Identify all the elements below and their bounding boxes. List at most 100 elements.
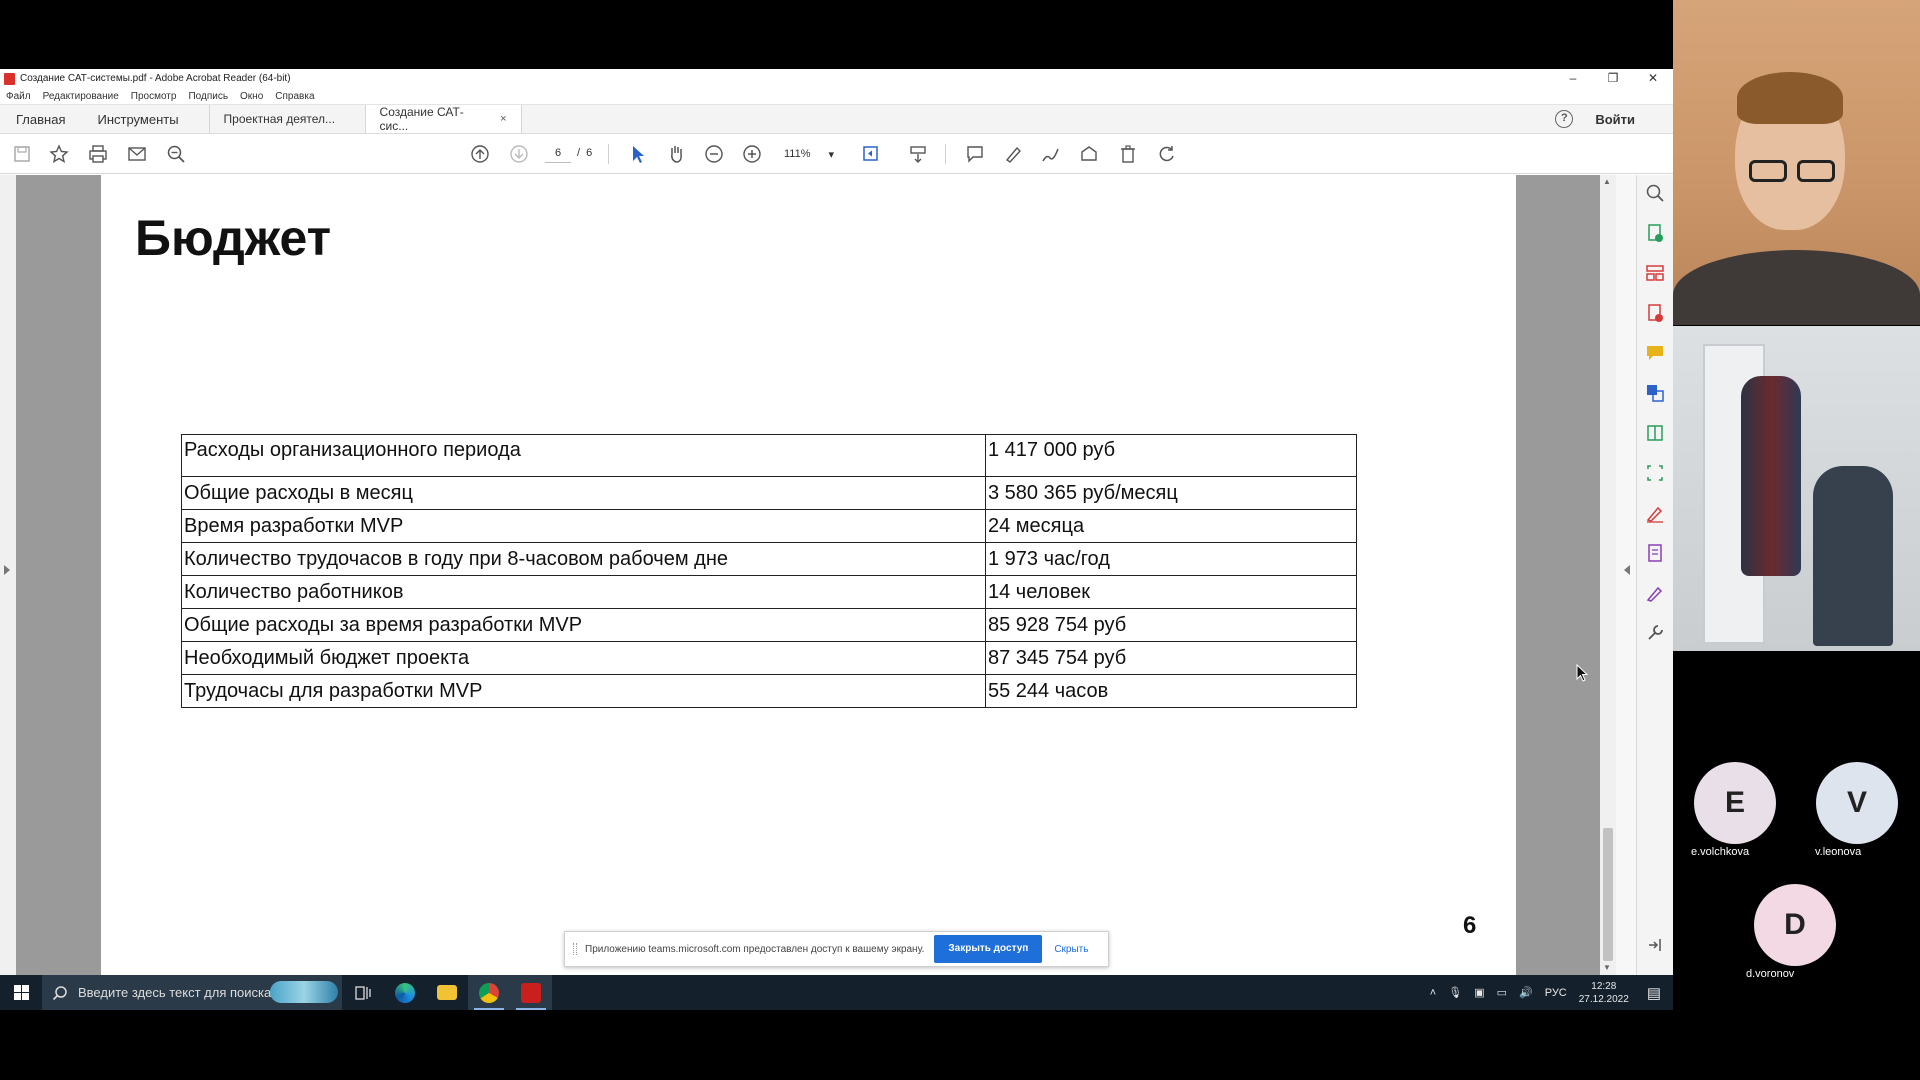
toolbar-divider	[608, 144, 609, 164]
scrollbar-thumb[interactable]	[1603, 828, 1613, 961]
tab-close-icon[interactable]: ×	[500, 113, 506, 125]
zoom-tool-icon[interactable]	[1645, 183, 1665, 203]
tab-home[interactable]: Главная	[0, 105, 81, 133]
menu-help[interactable]: Справка	[275, 91, 314, 102]
select-cursor-icon[interactable]	[627, 143, 649, 165]
table-row: Количество трудочасов в году при 8-часов…	[181, 542, 1357, 576]
restore-button[interactable]: ❐	[1593, 69, 1633, 88]
collapse-pane-icon[interactable]	[1645, 935, 1665, 955]
scroll-mode-icon[interactable]	[907, 143, 929, 165]
windows-logo-icon	[13, 985, 29, 1000]
tools-pane	[1636, 175, 1673, 975]
combine-files-icon[interactable]	[1645, 383, 1665, 403]
tab-tools[interactable]: Инструменты	[81, 105, 210, 133]
menu-sign[interactable]: Подпись	[188, 91, 228, 102]
video-tile-speaker[interactable]	[1673, 0, 1920, 325]
help-icon[interactable]: ?	[1555, 110, 1574, 128]
hand-tool-icon[interactable]	[665, 143, 687, 165]
menu-file[interactable]: Файл	[6, 91, 31, 102]
tab-spacer	[522, 105, 1556, 133]
teams-call-panel: E e.volchkova V v.leonova D d.voronov	[1673, 0, 1920, 1080]
participant-name: d.voronov	[1746, 968, 1795, 980]
fit-page-icon[interactable]	[860, 143, 882, 165]
organize-pages-icon[interactable]	[1645, 263, 1665, 283]
tray-expand-icon[interactable]: ˄	[1430, 987, 1436, 999]
comment-icon[interactable]	[964, 143, 986, 165]
acrobat-window: Создание САТ-системы.pdf - Adobe Acrobat…	[0, 69, 1673, 975]
volume-icon[interactable]: 🔊	[1519, 986, 1533, 999]
table-cell-label: Время разработки MVP	[181, 509, 986, 543]
security-icon[interactable]: ▣	[1474, 986, 1484, 999]
delete-icon[interactable]	[1117, 143, 1139, 165]
taskbar: Введите здесь текст для поиска ˄ 🎙 ▣ ▭ 🔊…	[0, 975, 1673, 1010]
table-cell-value: 55 244 часов	[985, 674, 1357, 708]
zoom-in-icon[interactable]	[741, 143, 763, 165]
tab-document-2[interactable]: Создание САТ-сис... ×	[365, 105, 522, 133]
table-cell-value: 87 345 754 руб	[985, 641, 1357, 675]
chrome-taskbar-button[interactable]	[468, 975, 510, 1010]
fill-sign-icon[interactable]	[1645, 503, 1665, 523]
avatar[interactable]: E	[1694, 762, 1776, 844]
export-pdf-icon[interactable]	[1645, 303, 1665, 323]
print-icon[interactable]	[87, 143, 109, 165]
task-view-button[interactable]	[342, 975, 384, 1010]
table-cell-value: 1 417 000 руб	[985, 434, 1357, 477]
prev-page-icon[interactable]	[469, 143, 491, 165]
compare-files-icon[interactable]	[1645, 423, 1665, 443]
email-icon[interactable]	[126, 143, 148, 165]
login-button[interactable]: Войти	[1595, 112, 1635, 127]
scroll-down-icon[interactable]: ▼	[1603, 963, 1611, 972]
create-pdf-icon[interactable]	[1645, 223, 1665, 243]
scroll-up-icon[interactable]: ▲	[1603, 177, 1611, 186]
menu-window[interactable]: Окно	[240, 91, 263, 102]
hide-notice-link[interactable]: Скрыть	[1054, 944, 1088, 955]
input-language[interactable]: РУС	[1545, 987, 1567, 999]
page-title: Бюджет	[135, 210, 332, 266]
avatar[interactable]: D	[1754, 884, 1836, 966]
page-number-input[interactable]: 6	[545, 143, 571, 163]
table-cell-label: Общие расходы за время разработки MVP	[181, 608, 986, 642]
save-icon[interactable]	[11, 143, 33, 165]
budget-table: Расходы организационного периода 1 417 00…	[181, 434, 1357, 708]
stamp-icon[interactable]	[1078, 143, 1100, 165]
video-tile-room[interactable]	[1673, 326, 1920, 651]
zoom-select[interactable]: 111% ▾	[778, 143, 840, 165]
edge-taskbar-button[interactable]	[384, 975, 426, 1010]
microphone-icon[interactable]: 🎙	[1448, 986, 1462, 999]
request-signature-icon[interactable]	[1645, 583, 1665, 603]
close-window-button[interactable]: ✕	[1633, 69, 1673, 88]
avatar[interactable]: V	[1816, 762, 1898, 844]
notifications-icon[interactable]: ▤	[1647, 984, 1661, 1002]
clock[interactable]: 12:28 27.12.2022	[1579, 980, 1629, 1006]
explorer-taskbar-button[interactable]	[426, 975, 468, 1010]
network-icon[interactable]: ▭	[1497, 986, 1507, 999]
minimize-button[interactable]: –	[1553, 69, 1593, 88]
mouse-cursor-icon	[1576, 664, 1588, 682]
menu-view[interactable]: Просмотр	[131, 91, 177, 102]
drag-handle-icon[interactable]	[573, 943, 577, 955]
room-person	[1813, 466, 1893, 646]
next-page-icon[interactable]	[508, 143, 530, 165]
comment-tool-icon[interactable]	[1645, 343, 1665, 363]
right-panel-collapse[interactable]	[1616, 175, 1636, 975]
draw-sign-icon[interactable]	[1040, 143, 1062, 165]
bookmark-star-icon[interactable]	[48, 143, 70, 165]
left-panel-toggle[interactable]	[0, 175, 16, 975]
zoom-out-icon[interactable]	[703, 143, 725, 165]
rotate-icon[interactable]	[1156, 143, 1178, 165]
edit-pdf-icon[interactable]	[1645, 543, 1665, 563]
tab-document-1[interactable]: Проектная деятел...	[210, 105, 366, 133]
acrobat-taskbar-button[interactable]	[510, 975, 552, 1010]
more-tools-icon[interactable]	[1645, 623, 1665, 643]
menu-edit[interactable]: Редактирование	[43, 91, 119, 102]
highlight-pen-icon[interactable]	[1002, 143, 1024, 165]
tab-bar: Главная Инструменты Проектная деятел... …	[0, 104, 1673, 134]
vertical-scrollbar[interactable]: ▲ ▼	[1600, 175, 1616, 975]
table-cell-label: Количество работников	[181, 575, 986, 609]
stop-sharing-button[interactable]: Закрыть доступ	[934, 935, 1043, 963]
search-zoom-icon[interactable]	[165, 143, 187, 165]
start-button[interactable]	[0, 975, 42, 1010]
scan-ocr-icon[interactable]	[1645, 463, 1665, 483]
document-area: Бюджет Расходы организационного периода 1…	[0, 175, 1673, 975]
taskbar-search[interactable]: Введите здесь текст для поиска	[42, 975, 342, 1010]
